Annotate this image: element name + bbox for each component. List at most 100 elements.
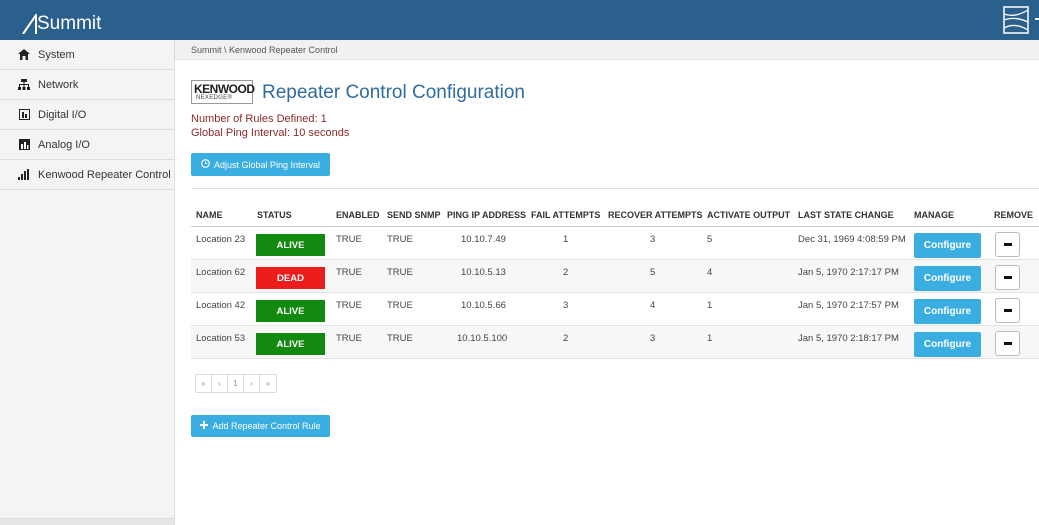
- remove-button[interactable]: [995, 232, 1020, 257]
- adjust-ping-interval-label: Adjust Global Ping Interval: [213, 159, 321, 170]
- menu-caret-icon[interactable]: [1035, 18, 1039, 20]
- analog-io-icon: [16, 139, 32, 150]
- table-row: Location 62 DEAD TRUE TRUE 10.10.5.13 2 …: [191, 260, 1039, 293]
- ping-interval-text: Global Ping Interval: 10 seconds: [191, 127, 350, 139]
- table-row: Location 42 ALIVE TRUE TRUE 10.10.5.66 3…: [191, 293, 1039, 326]
- section-divider: [191, 188, 1039, 189]
- col-header-fail-attempts: FAIL ATTEMPTS: [531, 210, 601, 220]
- cell-fail-attempts: 3: [563, 300, 569, 311]
- col-header-manage: MANAGE: [914, 210, 954, 220]
- sidebar-item-label: Kenwood Repeater Control: [38, 168, 171, 181]
- col-header-name: NAME: [196, 210, 223, 220]
- adjust-ping-interval-button[interactable]: Adjust Global Ping Interval: [191, 153, 330, 176]
- sidebar-item-kenwood-repeater-control[interactable]: Kenwood Repeater Control: [0, 160, 174, 190]
- configure-button[interactable]: Configure: [914, 332, 981, 357]
- col-header-enabled: ENABLED: [336, 210, 380, 220]
- cell-name: Location 53: [196, 333, 246, 344]
- remove-button[interactable]: [995, 298, 1020, 323]
- table-row: Location 53 ALIVE TRUE TRUE 10.10.5.100 …: [191, 326, 1039, 359]
- sidebar: System Network Digital I/O Analog I/O Ke…: [0, 40, 175, 525]
- cell-activate-output: 4: [707, 267, 713, 278]
- col-header-send-snmp: SEND SNMP: [387, 210, 441, 220]
- table-row: Location 23 ALIVE TRUE TRUE 10.10.7.49 1…: [191, 227, 1039, 260]
- configure-button[interactable]: Configure: [914, 299, 981, 324]
- sidebar-item-label: Digital I/O: [38, 108, 87, 121]
- cell-enabled: TRUE: [336, 300, 362, 311]
- sidebar-item-label: Analog I/O: [38, 138, 90, 151]
- brand-name: Summit: [37, 13, 102, 34]
- cell-name: Location 42: [196, 300, 246, 311]
- page-first-button[interactable]: «: [196, 375, 212, 392]
- signal-bars-icon: [16, 169, 32, 180]
- cell-activate-output: 5: [707, 234, 713, 245]
- cell-last-state-change: Dec 31, 1969 4:08:59 PM: [798, 234, 906, 245]
- page-prev-button[interactable]: ‹: [212, 375, 228, 392]
- rules-defined-text: Number of Rules Defined: 1: [191, 113, 327, 125]
- add-rule-button[interactable]: Add Repeater Control Rule: [191, 415, 330, 437]
- cell-enabled: TRUE: [336, 333, 362, 344]
- col-header-activate-output: ACTIVATE OUTPUT: [707, 210, 791, 220]
- col-header-status: STATUS: [257, 210, 292, 220]
- home-icon: [16, 49, 32, 60]
- status-badge: ALIVE: [256, 300, 325, 322]
- minus-icon: [1003, 342, 1012, 345]
- configure-button[interactable]: Configure: [914, 233, 981, 258]
- cell-recover-attempts: 5: [650, 267, 656, 278]
- breadcrumb[interactable]: Summit \ Kenwood Repeater Control: [175, 40, 1039, 60]
- col-header-ping-ip: PING IP ADDRESS: [447, 210, 527, 220]
- sidebar-item-network[interactable]: Network: [0, 70, 174, 100]
- summit-logo[interactable]: Summit: [22, 8, 101, 34]
- cell-send-snmp: TRUE: [387, 300, 413, 311]
- col-header-recover-attempts: RECOVER ATTEMPTS: [608, 210, 703, 220]
- cell-activate-output: 1: [707, 300, 713, 311]
- cell-ping-ip: 10.10.7.49: [461, 234, 506, 245]
- minus-icon: [1003, 276, 1012, 279]
- summit-mark-icon: [22, 14, 37, 34]
- top-bar: Summit: [0, 0, 1039, 40]
- col-header-remove: REMOVE: [994, 210, 1034, 220]
- cell-send-snmp: TRUE: [387, 234, 413, 245]
- add-rule-label: Add Repeater Control Rule: [212, 421, 321, 431]
- cell-ping-ip: 10.10.5.13: [461, 267, 506, 278]
- remove-button[interactable]: [995, 331, 1020, 356]
- sidebar-item-system[interactable]: System: [0, 40, 174, 70]
- kenwood-nexedge-logo: KENWOOD NEXEDGE®: [191, 80, 255, 104]
- status-badge: ALIVE: [256, 333, 325, 355]
- status-badge: ALIVE: [256, 234, 325, 256]
- cell-last-state-change: Jan 5, 1970 2:17:17 PM: [798, 267, 899, 278]
- page-next-button[interactable]: ›: [244, 375, 260, 392]
- remove-button[interactable]: [995, 265, 1020, 290]
- logo-sub: NEXEDGE®: [196, 95, 233, 101]
- page-number-button[interactable]: 1: [228, 375, 244, 392]
- logo-brand: KENWOOD: [194, 82, 255, 96]
- cell-last-state-change: Jan 5, 1970 2:18:17 PM: [798, 333, 899, 344]
- configure-button[interactable]: Configure: [914, 266, 981, 291]
- status-badge: DEAD: [256, 267, 325, 289]
- page-last-button[interactable]: »: [260, 375, 276, 392]
- digital-io-icon: [16, 109, 32, 120]
- cell-activate-output: 1: [707, 333, 713, 344]
- cell-name: Location 62: [196, 267, 246, 278]
- cell-recover-attempts: 3: [650, 333, 656, 344]
- cell-recover-attempts: 4: [650, 300, 656, 311]
- minus-icon: [1003, 309, 1012, 312]
- sidebar-item-analog-io[interactable]: Analog I/O: [0, 130, 174, 160]
- product-logo-icon[interactable]: [1003, 6, 1029, 34]
- cell-send-snmp: TRUE: [387, 267, 413, 278]
- cell-name: Location 23: [196, 234, 246, 245]
- cell-fail-attempts: 2: [563, 333, 569, 344]
- sidebar-item-digital-io[interactable]: Digital I/O: [0, 100, 174, 130]
- cell-ping-ip: 10.10.5.66: [461, 300, 506, 311]
- cell-ping-ip: 10.10.5.100: [457, 333, 508, 344]
- pagination: « ‹ 1 › »: [195, 374, 277, 393]
- cell-enabled: TRUE: [336, 234, 362, 245]
- col-header-last-state-change: LAST STATE CHANGE: [798, 210, 894, 220]
- cell-send-snmp: TRUE: [387, 333, 413, 344]
- clock-icon: [201, 159, 210, 170]
- minus-icon: [1003, 243, 1012, 246]
- sidebar-item-label: System: [38, 48, 75, 61]
- cell-last-state-change: Jan 5, 1970 2:17:57 PM: [798, 300, 899, 311]
- cell-enabled: TRUE: [336, 267, 362, 278]
- cell-fail-attempts: 1: [563, 234, 569, 245]
- plus-icon: [200, 421, 209, 431]
